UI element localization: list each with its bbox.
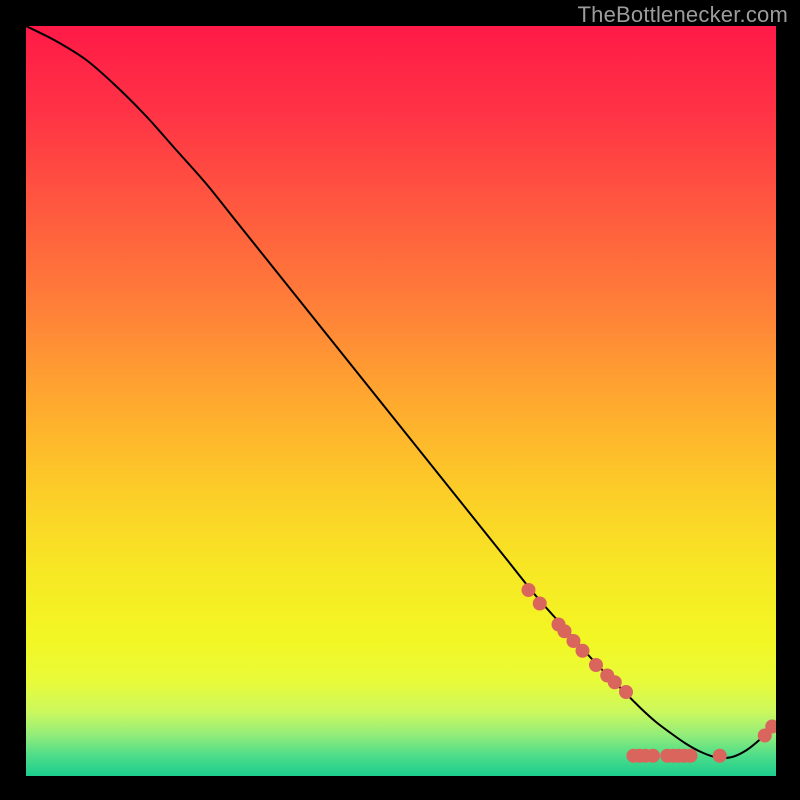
data-marker bbox=[576, 644, 590, 658]
data-marker bbox=[589, 658, 603, 672]
data-marker bbox=[619, 685, 633, 699]
watermark-text: TheBottlenecker.com bbox=[578, 2, 788, 28]
plot-area bbox=[26, 26, 776, 776]
gradient-background bbox=[26, 26, 776, 776]
chart-frame: TheBottlenecker.com bbox=[0, 0, 800, 800]
data-marker bbox=[684, 749, 698, 763]
data-marker bbox=[608, 675, 622, 689]
data-marker bbox=[533, 597, 547, 611]
data-marker bbox=[646, 749, 660, 763]
data-marker bbox=[522, 583, 536, 597]
chart-svg bbox=[26, 26, 776, 776]
data-marker bbox=[713, 749, 727, 763]
